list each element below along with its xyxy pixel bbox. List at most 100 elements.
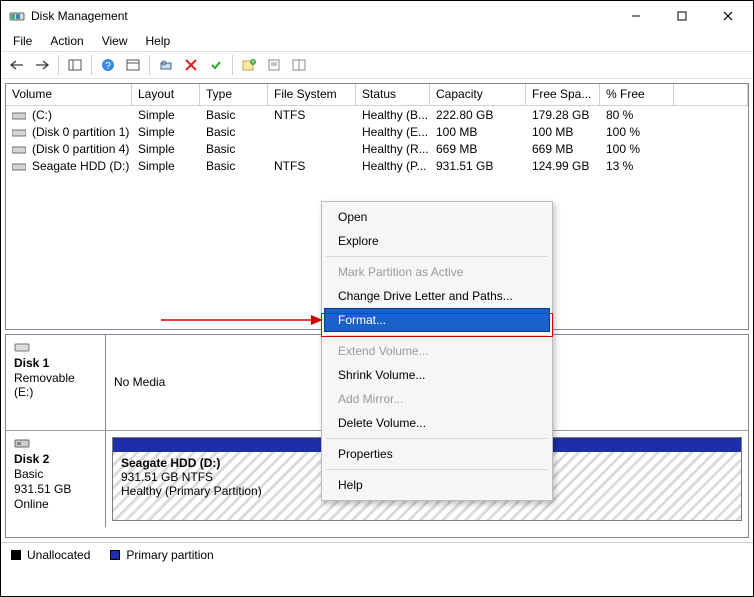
toolbar-separator xyxy=(58,55,59,75)
cell-status: Healthy (P... xyxy=(356,158,430,174)
ctx-separator xyxy=(326,335,548,336)
menu-file[interactable]: File xyxy=(5,32,40,50)
menu-view[interactable]: View xyxy=(94,32,136,50)
ctx-delete[interactable]: Delete Volume... xyxy=(324,411,550,435)
cell-free: 124.99 GB xyxy=(526,158,600,174)
show-hide-console-tree-button[interactable] xyxy=(63,54,87,76)
disk2-label[interactable]: Disk 2 Basic 931.51 GB Online xyxy=(6,431,106,527)
cell-capacity: 931.51 GB xyxy=(430,158,526,174)
minimize-button[interactable] xyxy=(613,1,659,31)
col-type[interactable]: Type xyxy=(200,84,268,105)
legend-primary: Primary partition xyxy=(126,548,213,562)
col-layout[interactable]: Layout xyxy=(132,84,200,105)
partition-name: Seagate HDD (D:) xyxy=(121,456,220,470)
volume-icon xyxy=(12,127,26,137)
disk2-title: Disk 2 xyxy=(14,452,97,466)
cell-pct: 80 % xyxy=(600,107,674,123)
cell-type: Basic xyxy=(200,141,268,157)
cell-layout: Simple xyxy=(132,107,200,123)
cell-pct: 13 % xyxy=(600,158,674,174)
ctx-help[interactable]: Help xyxy=(324,473,550,497)
toolbar-separator xyxy=(149,55,150,75)
new-volume-icon[interactable]: + xyxy=(237,54,261,76)
ctx-explore[interactable]: Explore xyxy=(324,229,550,253)
volume-row[interactable]: (Disk 0 partition 4)SimpleBasicHealthy (… xyxy=(6,140,748,157)
context-menu: Open Explore Mark Partition as Active Ch… xyxy=(321,201,553,501)
ctx-separator xyxy=(326,256,548,257)
ctx-extend: Extend Volume... xyxy=(324,339,550,363)
col-capacity[interactable]: Capacity xyxy=(430,84,526,105)
checkmark-icon[interactable] xyxy=(204,54,228,76)
refresh-button[interactable] xyxy=(121,54,145,76)
ctx-change-letter[interactable]: Change Drive Letter and Paths... xyxy=(324,284,550,308)
disk2-type: Basic xyxy=(14,467,97,481)
cell-fs xyxy=(268,148,356,150)
cell-free: 100 MB xyxy=(526,124,600,140)
volume-row[interactable]: (C:)SimpleBasicNTFSHealthy (B...222.80 G… xyxy=(6,106,748,123)
ctx-separator xyxy=(326,438,548,439)
ctx-format[interactable]: Format... xyxy=(324,308,550,332)
volume-icon xyxy=(12,110,26,120)
cell-pct: 100 % xyxy=(600,124,674,140)
volume-row[interactable]: (Disk 0 partition 1)SimpleBasicHealthy (… xyxy=(6,123,748,140)
cell-capacity: 669 MB xyxy=(430,141,526,157)
col-filesystem[interactable]: File System xyxy=(268,84,356,105)
title-bar: Disk Management xyxy=(1,1,753,31)
menu-action[interactable]: Action xyxy=(42,32,91,50)
cell-type: Basic xyxy=(200,124,268,140)
col-volume[interactable]: Volume xyxy=(6,84,132,105)
cell-pct: 100 % xyxy=(600,141,674,157)
menu-help[interactable]: Help xyxy=(138,32,179,50)
cell-layout: Simple xyxy=(132,158,200,174)
cell-fs: NTFS xyxy=(268,107,356,123)
legend-swatch-primary xyxy=(110,550,120,560)
volume-list-header: Volume Layout Type File System Status Ca… xyxy=(6,84,748,106)
cell-type: Basic xyxy=(200,158,268,174)
disk2-status: Online xyxy=(14,497,97,511)
volume-icon xyxy=(12,144,26,154)
removable-disk-icon xyxy=(14,341,30,353)
col-pctfree[interactable]: % Free xyxy=(600,84,674,105)
cell-free: 179.28 GB xyxy=(526,107,600,123)
ctx-shrink[interactable]: Shrink Volume... xyxy=(324,363,550,387)
col-spacer xyxy=(674,84,748,105)
properties-icon[interactable] xyxy=(262,54,286,76)
col-free[interactable]: Free Spa... xyxy=(526,84,600,105)
cell-volume: (C:) xyxy=(6,107,132,123)
ctx-mark-active: Mark Partition as Active xyxy=(324,260,550,284)
close-button[interactable] xyxy=(705,1,751,31)
app-icon xyxy=(9,8,25,24)
maximize-button[interactable] xyxy=(659,1,705,31)
ctx-properties[interactable]: Properties xyxy=(324,442,550,466)
legend: Unallocated Primary partition xyxy=(1,542,753,566)
toolbar: ? + xyxy=(1,51,753,79)
help-button[interactable]: ? xyxy=(96,54,120,76)
cell-status: Healthy (B... xyxy=(356,107,430,123)
col-status[interactable]: Status xyxy=(356,84,430,105)
disk1-title: Disk 1 xyxy=(14,356,97,370)
cell-type: Basic xyxy=(200,107,268,123)
settings-icon[interactable] xyxy=(154,54,178,76)
list-icon[interactable] xyxy=(287,54,311,76)
cell-volume: Seagate HDD (D:) xyxy=(6,158,132,174)
basic-disk-icon xyxy=(14,437,30,449)
ctx-open[interactable]: Open xyxy=(324,205,550,229)
volume-row[interactable]: Seagate HDD (D:)SimpleBasicNTFSHealthy (… xyxy=(6,157,748,174)
partition-status: Healthy (Primary Partition) xyxy=(121,484,262,498)
cell-status: Healthy (E... xyxy=(356,124,430,140)
delete-icon[interactable] xyxy=(179,54,203,76)
window-title: Disk Management xyxy=(31,9,613,23)
cell-volume: (Disk 0 partition 1) xyxy=(6,124,132,140)
ctx-add-mirror: Add Mirror... xyxy=(324,387,550,411)
disk1-label[interactable]: Disk 1 Removable (E:) xyxy=(6,335,106,430)
cell-status: Healthy (R... xyxy=(356,141,430,157)
disk1-nomedia: No Media xyxy=(114,375,165,389)
disk2-size: 931.51 GB xyxy=(14,482,97,496)
nav-forward-button[interactable] xyxy=(30,54,54,76)
nav-back-button[interactable] xyxy=(5,54,29,76)
toolbar-separator xyxy=(91,55,92,75)
cell-layout: Simple xyxy=(132,141,200,157)
toolbar-separator xyxy=(232,55,233,75)
cell-free: 669 MB xyxy=(526,141,600,157)
legend-unallocated: Unallocated xyxy=(27,548,90,562)
